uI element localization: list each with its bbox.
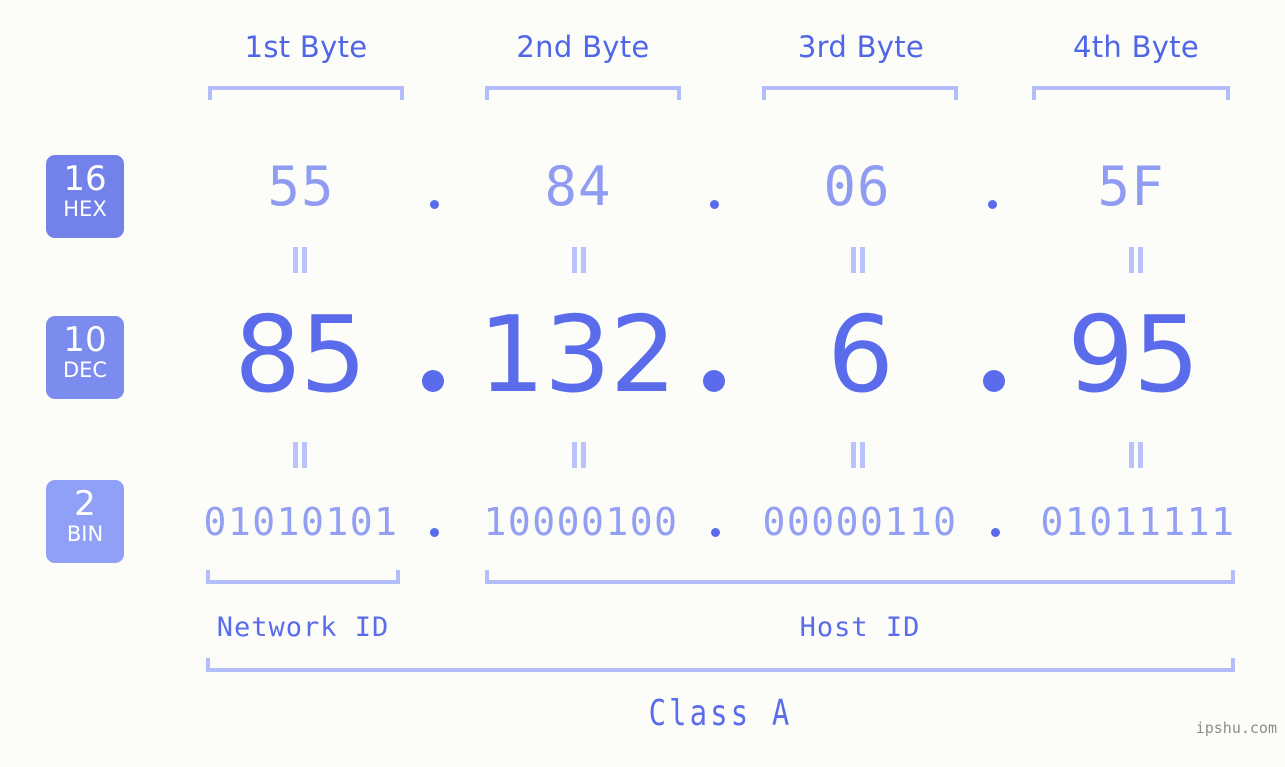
base-badge-hex: 16 HEX [46, 155, 124, 238]
base-badge-bin: 2 BIN [46, 480, 124, 563]
bin-separator-1 [430, 528, 439, 537]
dec-separator-3 [983, 370, 1005, 392]
equals-mark-dec-bin-3 [850, 442, 866, 468]
host-id-bracket [485, 570, 1235, 584]
byte-bracket-4 [1032, 86, 1230, 100]
equals-mark-dec-bin-2 [571, 442, 587, 468]
class-label: Class A [648, 693, 793, 734]
base-badge-bin-number: 2 [74, 484, 96, 524]
equals-mark-dec-bin-1 [292, 442, 308, 468]
network-id-label: Network ID [216, 612, 390, 643]
equals-mark-dec-bin-4 [1128, 442, 1144, 468]
byte-header-1: 1st Byte [244, 30, 368, 64]
base-badge-dec: 10 DEC [46, 316, 124, 399]
bin-octet-4: 01011111 [1040, 500, 1236, 544]
bin-octet-2: 10000100 [483, 500, 679, 544]
dec-octet-1: 85 [234, 294, 367, 416]
host-id-label: Host ID [799, 612, 921, 643]
base-badge-hex-name: HEX [63, 197, 107, 221]
hex-octet-3: 06 [823, 155, 891, 218]
bin-separator-2 [711, 528, 720, 537]
dec-octet-2: 132 [478, 294, 676, 416]
base-badge-bin-name: BIN [66, 522, 104, 546]
hex-separator-3 [988, 200, 997, 209]
byte-header-2: 2nd Byte [516, 30, 650, 64]
base-badge-hex-number: 16 [63, 159, 107, 199]
hex-separator-2 [710, 200, 719, 209]
dec-separator-1 [422, 370, 444, 392]
equals-mark-hex-dec-4 [1128, 247, 1144, 273]
equals-mark-hex-dec-3 [850, 247, 866, 273]
byte-bracket-1 [208, 86, 404, 100]
bin-separator-3 [991, 528, 1000, 537]
byte-bracket-3 [762, 86, 958, 100]
equals-mark-hex-dec-1 [292, 247, 308, 273]
dec-separator-2 [703, 370, 725, 392]
base-badge-dec-name: DEC [62, 358, 108, 382]
hex-octet-2: 84 [544, 155, 612, 218]
byte-header-3: 3rd Byte [797, 30, 925, 64]
hex-octet-1: 55 [267, 155, 335, 218]
equals-mark-hex-dec-2 [571, 247, 587, 273]
class-bracket [206, 658, 1235, 672]
byte-header-4: 4th Byte [1072, 30, 1200, 64]
site-watermark: ipshu.com [1195, 719, 1277, 737]
network-id-bracket [206, 570, 400, 584]
hex-octet-4: 5F [1097, 155, 1165, 218]
dec-octet-3: 6 [827, 294, 894, 416]
bin-octet-1: 01010101 [203, 500, 399, 544]
base-badge-dec-number: 10 [63, 320, 107, 360]
byte-bracket-2 [485, 86, 681, 100]
bin-octet-3: 00000110 [762, 500, 958, 544]
dec-octet-4: 95 [1067, 294, 1200, 416]
hex-separator-1 [430, 200, 439, 209]
